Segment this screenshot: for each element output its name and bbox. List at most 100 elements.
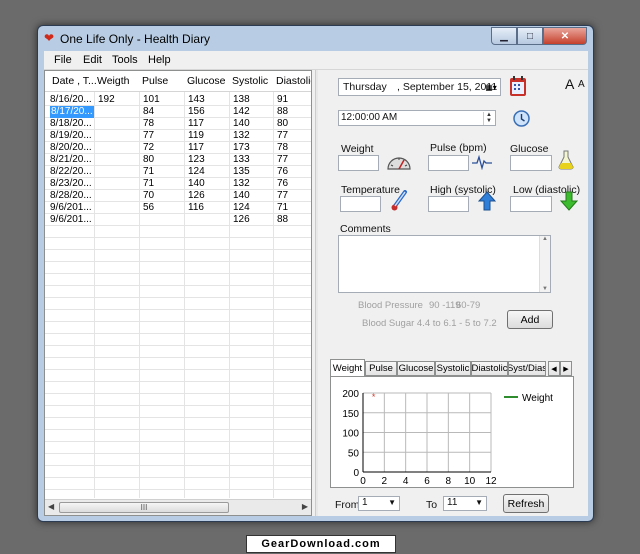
time-spinner[interactable]: ▲ ▼ (483, 112, 494, 125)
menu-help[interactable]: Help (148, 54, 171, 66)
table-cell[interactable]: 124 (233, 202, 250, 214)
font-increase-button[interactable]: A (565, 76, 574, 92)
horizontal-scrollbar[interactable]: ◀ III ▶ (45, 499, 311, 515)
time-field[interactable]: 12:00:00 AM ▲ ▼ (338, 110, 496, 126)
table-cell[interactable]: 88 (277, 106, 288, 118)
table-cell[interactable]: 8/22/20... (50, 166, 92, 178)
table-row[interactable]: 8/23/20... 71 140 132 76 (45, 178, 311, 190)
font-decrease-button[interactable]: A (578, 79, 585, 90)
tab-systolic[interactable]: Systolic (435, 361, 471, 376)
table-cell[interactable]: 70 (143, 190, 154, 202)
tab-diastolic[interactable]: Diastolic (471, 361, 508, 376)
menu-tools[interactable]: Tools (112, 54, 138, 66)
column-header-diastolic[interactable]: Diastolic (276, 75, 311, 87)
table-cell[interactable]: 71 (143, 178, 154, 190)
column-header-systolic[interactable]: Systolic (232, 75, 268, 87)
comments-textarea[interactable]: ▲ ▼ (338, 235, 551, 293)
table-cell[interactable]: 8/23/20... (50, 178, 92, 190)
table-cell[interactable]: 143 (188, 94, 205, 106)
table-cell[interactable]: 77 (277, 190, 288, 202)
table-cell[interactable]: 8/20/20... (50, 142, 92, 154)
table-cell[interactable]: 119 (188, 130, 204, 142)
table-cell[interactable]: 76 (277, 166, 288, 178)
temperature-input[interactable] (340, 196, 381, 212)
date-picker[interactable]: Thursday , September 15, 2011 ▦▾ (338, 78, 501, 96)
table-row[interactable]: 8/16/20... 192 101 143 138 91 (45, 94, 311, 106)
table-row[interactable]: 8/21/20... 80 123 133 77 (45, 154, 311, 166)
table-row[interactable]: 8/20/20... 72 117 173 78 (45, 142, 311, 154)
table-cell[interactable]: 8/17/20... (50, 106, 94, 118)
table-cell[interactable]: 101 (143, 94, 160, 106)
table-cell[interactable]: 77 (143, 130, 154, 142)
table-row[interactable]: 8/18/20... 78 117 140 80 (45, 118, 311, 130)
table-cell[interactable]: 135 (233, 166, 250, 178)
table-cell[interactable]: 88 (277, 214, 288, 226)
table-cell[interactable]: 9/6/201... (50, 214, 92, 226)
to-select[interactable]: 11 ▼ (443, 496, 487, 511)
table-cell[interactable]: 140 (188, 178, 205, 190)
table-cell[interactable]: 192 (98, 94, 115, 106)
table-cell[interactable]: 8/21/20... (50, 154, 92, 166)
table-row[interactable]: 8/19/20... 77 119 132 77 (45, 130, 311, 142)
menu-file[interactable]: File (54, 54, 72, 66)
column-header-pulse[interactable]: Pulse (142, 75, 168, 87)
calendar-icon[interactable] (509, 75, 527, 97)
column-header-date[interactable]: Date , T... (52, 75, 97, 87)
table-cell[interactable]: 71 (143, 166, 154, 178)
table-row[interactable]: 8/22/20... 71 124 135 76 (45, 166, 311, 178)
tab-pulse[interactable]: Pulse (365, 361, 397, 376)
table-row[interactable]: 8/17/20... 84 156 142 88 (45, 106, 311, 118)
menu-edit[interactable]: Edit (83, 54, 102, 66)
table-cell[interactable]: 71 (277, 202, 288, 214)
table-cell[interactable]: 123 (188, 154, 205, 166)
table-cell[interactable]: 140 (233, 190, 250, 202)
scroll-right-icon[interactable]: ▶ (302, 502, 308, 511)
table-cell[interactable]: 72 (143, 142, 154, 154)
table-cell[interactable]: 77 (277, 154, 288, 166)
table-cell[interactable]: 156 (188, 106, 205, 118)
pulse-input[interactable] (428, 155, 469, 171)
table-cell[interactable]: 8/18/20... (50, 118, 92, 130)
table-cell[interactable]: 8/16/20... (50, 94, 92, 106)
table-cell[interactable]: 78 (277, 142, 288, 154)
column-header-glucose[interactable]: Glucose (187, 75, 226, 87)
systolic-input[interactable] (428, 196, 469, 212)
tab-scroll-left-icon[interactable]: ◀ (548, 361, 560, 376)
weight-input[interactable] (338, 155, 379, 171)
table-cell[interactable]: 56 (143, 202, 154, 214)
table-cell[interactable]: 117 (188, 118, 204, 130)
maximize-button[interactable]: □ (517, 27, 543, 45)
table-cell[interactable]: 132 (233, 178, 250, 190)
table-cell[interactable]: 173 (233, 142, 250, 154)
title-bar[interactable]: ❤ One Life Only - Health Diary ▁ □ ✕ (38, 26, 593, 50)
table-cell[interactable]: 84 (143, 106, 154, 118)
chevron-down-icon[interactable]: ▼ (388, 498, 396, 507)
tab-syst-dias[interactable]: Syst/Dias (508, 361, 546, 376)
table-cell[interactable]: 80 (143, 154, 154, 166)
table-cell[interactable]: 124 (188, 166, 205, 178)
calendar-dropdown-icon[interactable]: ▦▾ (484, 81, 498, 93)
glucose-input[interactable] (510, 155, 552, 171)
table-cell[interactable]: 78 (143, 118, 154, 130)
comments-scrollbar[interactable]: ▲ ▼ (539, 236, 550, 292)
table-cell[interactable]: 8/28/20... (50, 190, 92, 202)
refresh-button[interactable]: Refresh (503, 494, 549, 513)
table-cell[interactable]: 138 (233, 94, 250, 106)
table-cell[interactable]: 142 (233, 106, 250, 118)
column-header-weight[interactable]: Weigth (97, 75, 130, 87)
table-cell[interactable]: 80 (277, 118, 288, 130)
scroll-thumb[interactable]: III (59, 502, 229, 513)
add-button[interactable]: Add (507, 310, 553, 329)
table-cell[interactable]: 8/19/20... (50, 130, 92, 142)
close-button[interactable]: ✕ (543, 27, 587, 45)
diastolic-input[interactable] (510, 196, 552, 212)
scroll-left-icon[interactable]: ◀ (48, 502, 54, 511)
diary-grid[interactable]: Date , T... Weigth Pulse Glucose Systoli… (44, 70, 312, 516)
chevron-down-icon[interactable]: ▼ (475, 498, 483, 507)
table-cell[interactable]: 126 (188, 190, 205, 202)
panel-splitter[interactable] (315, 70, 318, 516)
tab-weight[interactable]: Weight (330, 359, 365, 376)
table-row[interactable]: 9/6/201... 126 88 (45, 214, 311, 226)
table-cell[interactable]: 77 (277, 130, 288, 142)
scroll-down-icon[interactable]: ▼ (542, 286, 548, 292)
